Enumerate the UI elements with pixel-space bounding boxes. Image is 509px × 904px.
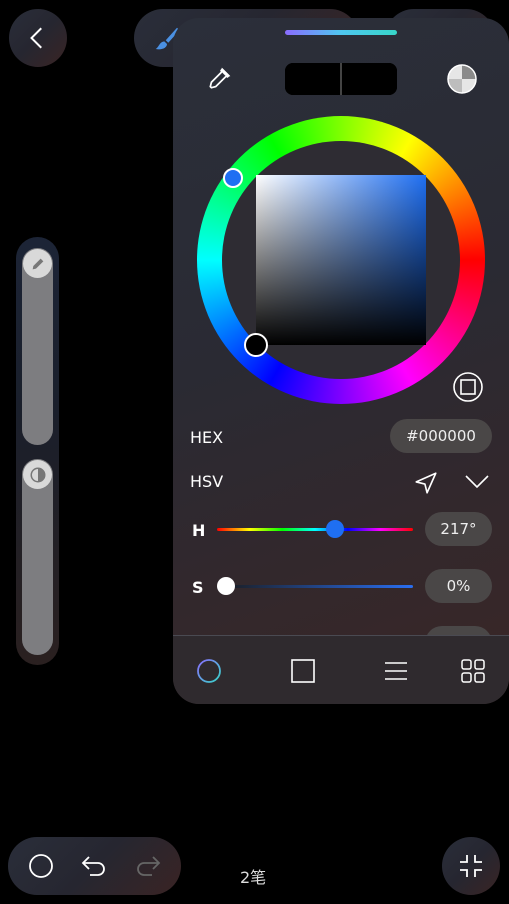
saturation-slider[interactable] xyxy=(217,585,413,588)
h-label: H xyxy=(192,521,206,540)
opacity-slider-knob[interactable] xyxy=(23,460,52,489)
hue-ring-handle[interactable] xyxy=(223,168,243,188)
redo-icon[interactable] xyxy=(134,853,162,879)
stroke-count: 2笔 xyxy=(240,868,267,887)
color-picker-panel: HEX #000000 HSV H 217° S 0% xyxy=(173,18,509,704)
previous-color-swatch[interactable] xyxy=(340,63,397,95)
grid-icon[interactable] xyxy=(460,658,486,684)
chevron-left-icon xyxy=(30,27,42,49)
fullscreen-button[interactable] xyxy=(442,837,500,895)
picker-mode-tabs xyxy=(173,635,509,704)
color-mode-label[interactable]: HSV xyxy=(190,472,223,491)
drag-handle[interactable] xyxy=(285,30,397,35)
saturation-value-square[interactable] xyxy=(256,175,426,345)
opacity-slider[interactable] xyxy=(22,459,53,655)
undo-icon[interactable] xyxy=(80,853,108,879)
current-color-swatch[interactable] xyxy=(285,63,340,95)
color-swatches[interactable] xyxy=(285,63,397,95)
color-circle-icon[interactable] xyxy=(446,63,478,95)
collapse-icon xyxy=(460,855,482,877)
ring-icon[interactable] xyxy=(196,658,222,684)
s-label: S xyxy=(192,578,204,597)
h-value[interactable]: 217° xyxy=(425,512,492,546)
hex-label: HEX xyxy=(190,428,224,447)
s-value[interactable]: 0% xyxy=(425,569,492,603)
size-slider-knob[interactable] xyxy=(23,249,52,278)
square-in-circle-icon[interactable] xyxy=(452,371,484,403)
size-slider[interactable] xyxy=(22,248,53,445)
hex-input[interactable]: #000000 xyxy=(390,419,492,453)
saturation-slider-knob[interactable] xyxy=(217,577,235,595)
hue-slider-knob[interactable] xyxy=(325,520,344,538)
square-icon[interactable] xyxy=(290,658,316,684)
sv-handle[interactable] xyxy=(244,333,268,357)
circle-icon[interactable] xyxy=(28,853,54,879)
brush-sliders xyxy=(16,237,59,665)
contrast-icon xyxy=(30,467,45,482)
hue-slider[interactable] xyxy=(217,528,413,531)
send-icon[interactable] xyxy=(413,470,439,496)
pencil-icon xyxy=(32,258,43,269)
history-controls xyxy=(8,837,181,895)
eyedropper-icon[interactable] xyxy=(206,65,232,93)
list-icon[interactable] xyxy=(383,658,409,684)
back-button[interactable] xyxy=(9,9,67,67)
chevron-down-icon[interactable] xyxy=(463,470,491,494)
